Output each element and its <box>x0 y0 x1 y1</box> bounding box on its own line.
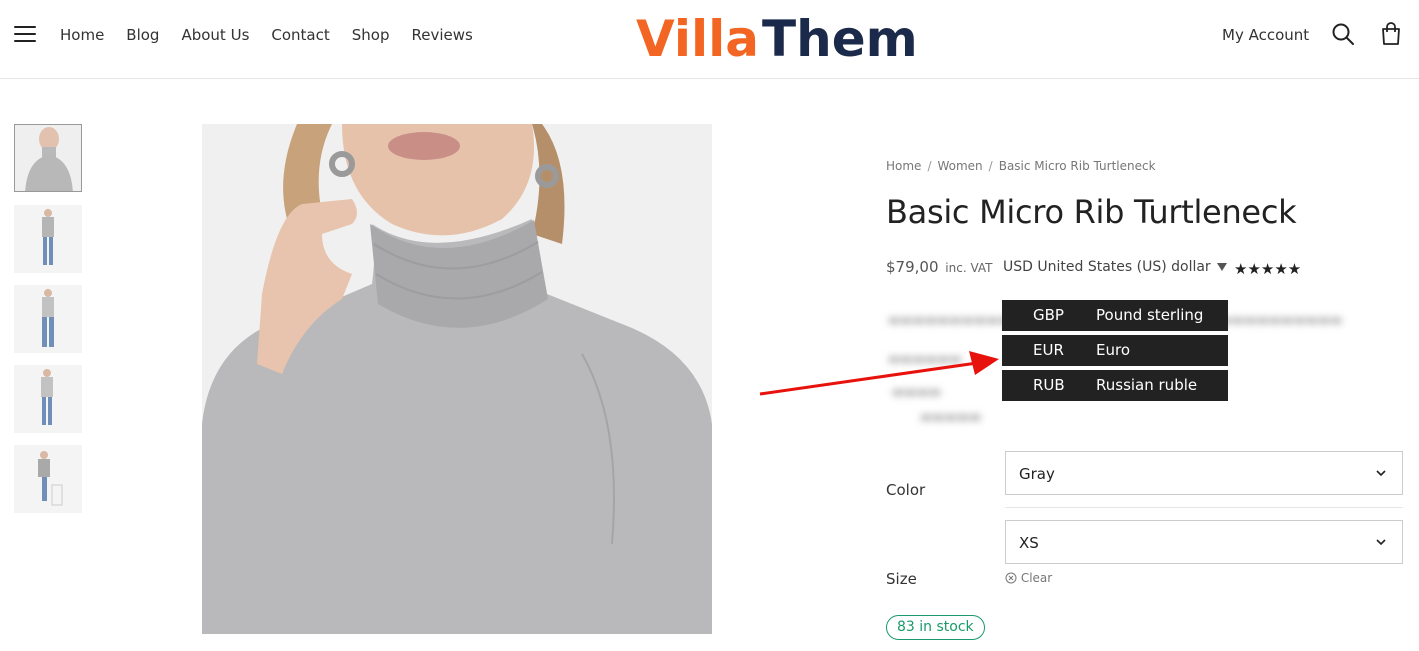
currency-code: RUB <box>1033 376 1065 394</box>
my-account-link[interactable]: My Account <box>1222 26 1309 44</box>
breadcrumb-separator: / <box>988 159 993 173</box>
price-vat-label: inc. VAT <box>945 261 993 275</box>
thumbnail-image <box>14 205 82 273</box>
product-main-image[interactable] <box>202 124 712 634</box>
nav-reviews[interactable]: Reviews <box>411 26 472 44</box>
color-label: Color <box>886 481 926 499</box>
search-icon[interactable] <box>1331 22 1355 46</box>
currency-code: GBP <box>1033 306 1064 324</box>
nav-shop[interactable]: Shop <box>352 26 390 44</box>
currency-option-rub[interactable]: RUB Russian ruble <box>1002 370 1228 401</box>
logo-text-villa: Villa <box>636 10 759 64</box>
price-amount: $79,00 <box>886 258 939 276</box>
currency-option-gbp[interactable]: GBP Pound sterling <box>1002 300 1228 331</box>
product-title: Basic Micro Rib Turtleneck <box>886 193 1297 231</box>
color-select[interactable]: Gray <box>1005 451 1403 495</box>
color-select-value: Gray <box>1019 465 1055 483</box>
cart-icon[interactable] <box>1380 22 1402 46</box>
villatheme-logo[interactable]: Villa Theme <box>636 6 916 64</box>
caret-down-icon[interactable] <box>1217 263 1227 271</box>
currency-code: EUR <box>1033 341 1064 359</box>
annotation-arrow-icon <box>759 351 999 396</box>
thumbnail-image <box>14 365 82 433</box>
rating-stars: ★★★★★ <box>1234 261 1302 278</box>
breadcrumb-women[interactable]: Women <box>937 159 982 173</box>
nav-home[interactable]: Home <box>60 26 104 44</box>
nav-contact[interactable]: Contact <box>271 26 329 44</box>
product-thumbnail[interactable] <box>14 445 82 513</box>
menu-icon[interactable] <box>14 26 36 43</box>
logo-text-theme: Theme <box>762 10 916 64</box>
nav-blog[interactable]: Blog <box>126 26 159 44</box>
breadcrumb-home[interactable]: Home <box>886 159 921 173</box>
breadcrumb-separator: / <box>927 159 932 173</box>
product-thumbnail[interactable] <box>14 124 82 192</box>
currency-name: Euro <box>1096 341 1130 359</box>
size-select[interactable]: XS <box>1005 520 1403 564</box>
chevron-down-icon <box>1376 470 1386 477</box>
nav-about-us[interactable]: About Us <box>181 26 249 44</box>
chevron-down-icon <box>1376 539 1386 546</box>
breadcrumb: Home / Women / Basic Micro Rib Turtleneck <box>886 159 1156 173</box>
clear-x-icon <box>1005 572 1017 584</box>
clear-label: Clear <box>1020 571 1053 585</box>
currency-option-eur[interactable]: EUR Euro <box>1002 335 1228 366</box>
main-nav: Home Blog About Us Contact Shop Reviews <box>60 26 495 44</box>
currency-switcher[interactable]: USD United States (US) dollar <box>1003 259 1211 275</box>
stock-badge: 83 in stock <box>886 615 985 640</box>
thumbnail-image <box>14 285 82 353</box>
clear-button[interactable]: Clear <box>1005 571 1052 585</box>
site-header: Home Blog About Us Contact Shop Reviews … <box>0 0 1419 79</box>
currency-name: Russian ruble <box>1096 376 1198 394</box>
breadcrumb-current: Basic Micro Rib Turtleneck <box>998 159 1156 173</box>
thumbnail-image <box>15 125 81 191</box>
product-thumbnail[interactable] <box>14 205 82 273</box>
currency-name: Pound sterling <box>1096 306 1204 324</box>
product-price: $79,00 inc. VAT <box>886 258 993 276</box>
size-label: Size <box>886 570 917 588</box>
product-thumbnail[interactable] <box>14 365 82 433</box>
thumbnail-image <box>14 445 82 513</box>
blurred-description: ▬▬▬▬▬ <box>920 410 982 425</box>
product-thumbnail[interactable] <box>14 285 82 353</box>
product-photo <box>202 124 712 634</box>
divider <box>1005 507 1403 508</box>
size-select-value: XS <box>1019 534 1039 552</box>
